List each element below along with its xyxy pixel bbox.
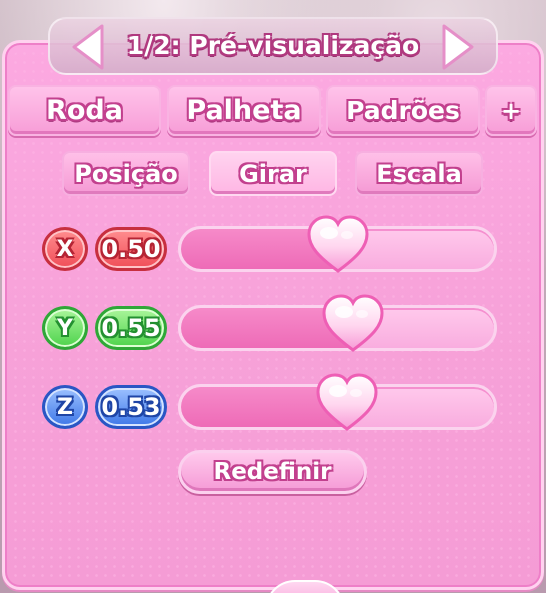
reset-button[interactable]: Redefinir [178,450,367,494]
subtab-escala[interactable]: Escala [355,151,483,196]
axis-row-z: Z 0.53 [0,373,546,431]
heart-icon[interactable] [314,371,380,435]
tab-plus[interactable]: + [485,85,537,136]
tab-roda[interactable]: Roda [8,85,161,136]
arrow-right-icon [442,24,474,70]
tab-padroes[interactable]: Padrões [326,85,480,136]
subtab-girar[interactable]: Girar [209,151,337,196]
subtab-posicao[interactable]: Posição [62,151,190,196]
page-title: 1/2: Pré-visualização [126,31,420,60]
axis-y-value[interactable]: 0.55 [95,306,167,350]
header-bar: 1/2: Pré-visualização [48,17,498,75]
axis-row-y: Y 0.55 [0,294,546,352]
axis-row-x: X 0.50 [0,215,546,273]
next-page-button[interactable] [438,22,478,72]
axis-z-badge: Z [42,385,88,429]
heart-icon[interactable] [320,292,386,356]
arrow-left-icon [72,24,104,70]
axis-z-value[interactable]: 0.53 [95,385,167,429]
axis-x-badge: X [42,227,88,271]
axis-x-value[interactable]: 0.50 [95,227,167,271]
prev-page-button[interactable] [68,22,108,72]
axis-y-badge: Y [42,306,88,350]
tab-palheta[interactable]: Palheta [167,85,321,136]
heart-icon[interactable] [305,213,371,277]
